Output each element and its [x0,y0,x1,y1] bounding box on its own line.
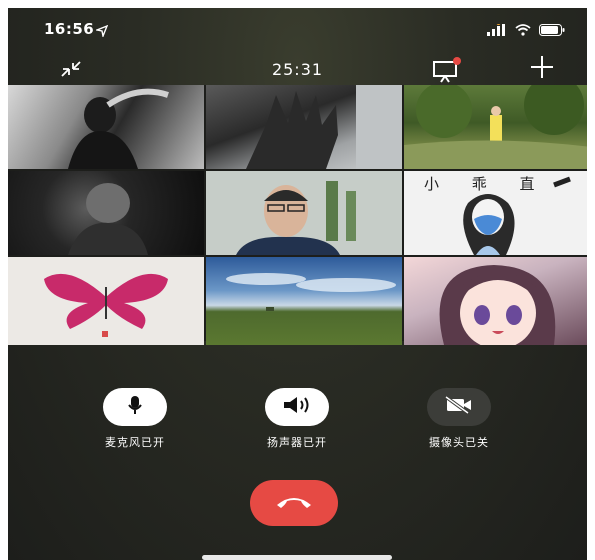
mic-control[interactable]: 麦克风已开 [70,388,200,450]
participant-tile[interactable] [206,85,402,169]
hang-up-button[interactable] [250,480,338,526]
participant-tile[interactable] [206,171,402,255]
participant-tile[interactable] [404,85,587,169]
screen-share-icon[interactable] [432,56,464,88]
add-participant-button[interactable] [529,54,555,86]
call-header: 25:31 [8,52,587,88]
cellular-signal-icon [487,21,507,40]
speaker-icon [282,396,312,418]
battery-icon [539,21,565,40]
status-time: 16:56 [44,20,95,38]
camera-button[interactable] [427,388,491,426]
mic-label: 麦克风已开 [105,436,165,449]
participant-tile[interactable] [404,257,587,345]
call-screen: 16:56 25:31 小 乖 直 麦克风已开 扬声器已开 摄像头已关 [8,8,587,560]
home-indicator[interactable] [202,555,392,560]
speaker-label: 扬声器已开 [267,436,327,449]
camera-off-icon [444,395,474,418]
participant-tile[interactable] [8,257,204,345]
mic-button[interactable] [103,388,167,426]
camera-label: 摄像头已关 [429,436,489,449]
speaker-button[interactable] [265,388,329,426]
participants-grid: 小 乖 直 [8,85,587,345]
microphone-icon [127,395,143,419]
location-icon [94,22,109,41]
camera-control[interactable]: 摄像头已关 [394,388,524,450]
participant-tile[interactable] [206,257,402,345]
wifi-icon [515,21,531,40]
hang-up-icon [274,493,314,513]
call-duration: 25:31 [271,60,324,79]
participant-tile[interactable] [8,171,204,255]
status-bar: 16:56 [8,8,587,52]
participant-tile[interactable] [8,85,204,169]
participant-tile[interactable]: 小 乖 直 [404,171,587,255]
call-controls: 麦克风已开 扬声器已开 摄像头已关 [8,388,587,478]
speaker-control[interactable]: 扬声器已开 [232,388,362,450]
